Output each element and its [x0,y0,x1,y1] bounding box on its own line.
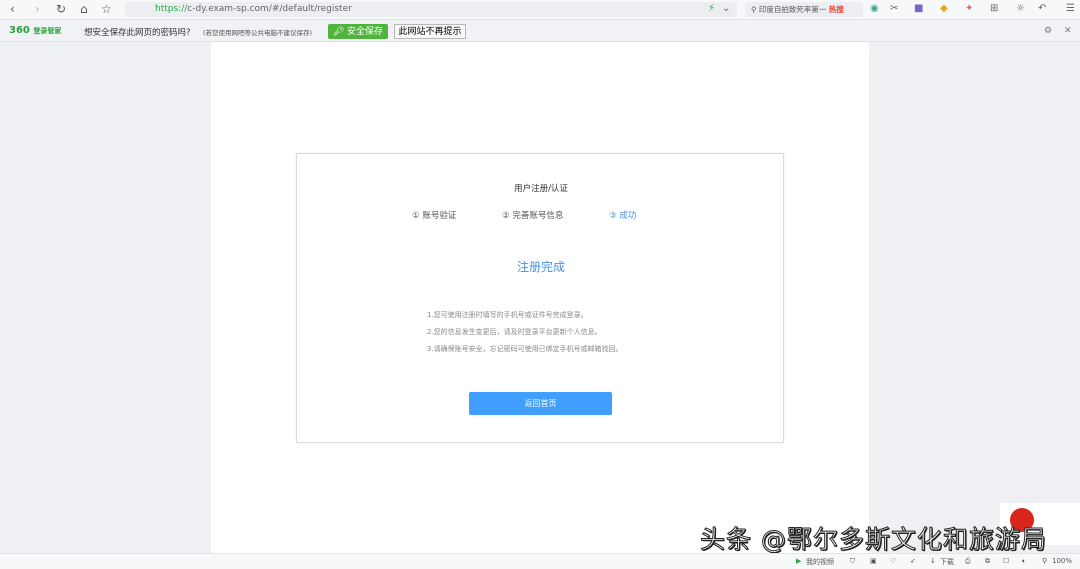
search-box[interactable]: ⚲ 印度自拍致死率第一 热搜 [745,2,863,17]
print-icon[interactable]: ⎙ [965,557,971,566]
save-hint: (若您使用网吧等公共电脑不建议保存) [203,29,313,37]
security-icon[interactable]: ⛉ [850,557,855,566]
rocket-icon[interactable]: ➶ [910,557,916,565]
download-label[interactable]: 下载 [940,557,954,567]
brightness-icon[interactable]: ☼ [1016,3,1025,14]
settings-icon[interactable]: ⚙ [1044,26,1052,36]
register-card: 用户注册/认证 ① 账号验证 ② 完善账号信息 ③ 成功 注册完成 1.您可使用… [296,153,784,443]
zoom-level[interactable]: 100% [1052,557,1072,565]
forward-icon[interactable]: › [35,2,40,16]
no-prompt-button[interactable]: 此网站不再提示 [394,24,466,39]
status-bar [0,553,1080,569]
address-bar[interactable]: https://c-dy.exam-sp.com/#/default/regis… [125,2,737,17]
video-icon[interactable]: ▶ [796,557,801,565]
heart-icon[interactable]: ♡ [890,557,896,565]
window-icon[interactable]: ☐ [1003,557,1009,565]
step-1: ① 账号验证 [412,211,457,221]
logo-text: 360 [9,25,30,36]
scissors-icon[interactable]: ✂ [890,3,898,14]
tip-2: 2.您的信息发生变更后，请及时登录平台更新个人信息。 [427,328,602,336]
save-password-button[interactable]: 🔑︎ 安全保存 [328,24,388,39]
zoom-icon[interactable]: ⚲ [1042,557,1047,565]
search-text: 印度自拍致死率第一 [758,5,827,14]
back-icon[interactable]: ‹ [10,2,15,16]
star-icon[interactable]: ☆ [101,2,112,16]
my-video[interactable]: 我的视频 [806,557,834,567]
download-icon[interactable]: ↓ [930,557,936,565]
clip-icon[interactable]: ⧉ [985,557,990,566]
undo-icon[interactable]: ↶ [1038,3,1046,14]
chevron-down-icon[interactable]: ⌄ [722,3,730,14]
shield-icon[interactable]: ◆ [940,3,948,14]
grid-icon[interactable]: ⊞ [990,3,998,14]
watermark: 头条 @鄂尔多斯文化和旅游局 [700,525,1047,555]
step-3-active: ③ 成功 [609,211,637,221]
lightning-icon[interactable]: ⚡ [708,3,715,14]
url-path: c-dy.exam-sp.com/#/default/register [187,4,352,14]
url-scheme: https:// [155,4,188,14]
logo-sub: 登录管家 [33,27,62,35]
home-icon[interactable]: ⌂ [80,2,88,16]
search-icon: ⚲ [751,5,759,14]
tip-3: 3.请确保账号安全，忘记密码可使用已绑定手机号或邮箱找回。 [427,345,623,353]
sound-icon[interactable]: 🔈︎ [1022,557,1026,566]
notes-icon[interactable]: ■ [914,3,923,14]
close-icon[interactable]: ✕ [1064,26,1072,36]
tip-1: 1.您可使用注册时填写的手机号或证件号完成登录。 [427,311,588,319]
menu-icon[interactable]: ☰ [1066,3,1075,14]
back-home-button[interactable]: 返回首页 [469,392,612,415]
save-question: 想安全保存此网页的密码吗? [84,28,191,38]
key-icon: 🔑︎ [333,26,347,36]
reload-icon[interactable]: ↻ [56,2,66,16]
card-title: 用户注册/认证 [514,184,568,194]
hot-badge: 热搜 [828,5,844,14]
game-icon[interactable]: ✦ [965,3,973,14]
step-2: ② 完善账号信息 [502,211,564,221]
save-label: 安全保存 [346,26,383,36]
success-heading: 注册完成 [516,260,565,274]
logo-360: 360 登录管家 [9,25,61,36]
extension-icon[interactable]: ◉ [870,3,879,14]
screenshot-icon[interactable]: ▣ [870,557,877,565]
